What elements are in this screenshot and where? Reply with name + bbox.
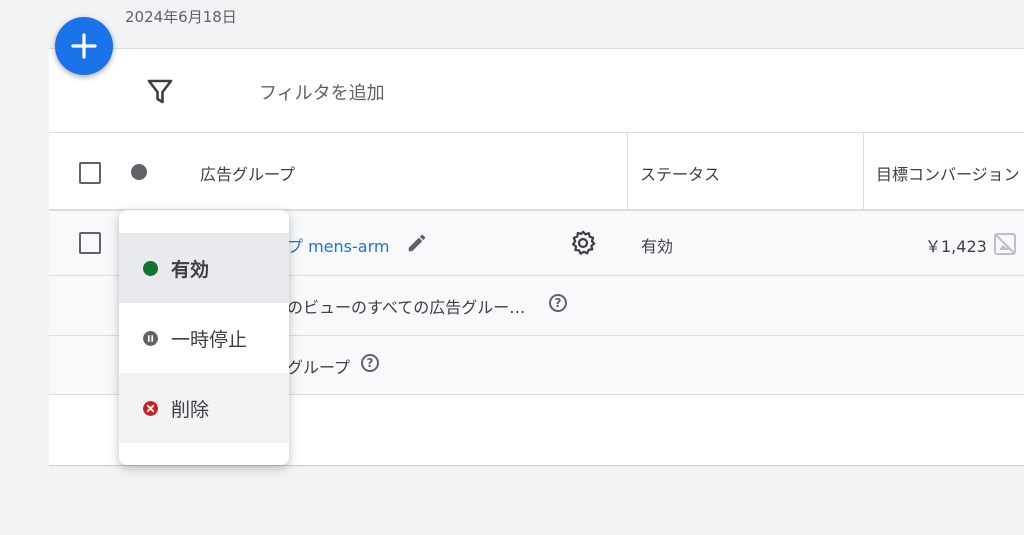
menu-item-paused[interactable]: 一時停止 (119, 303, 289, 373)
enabled-status-icon (143, 261, 158, 276)
column-status[interactable]: ステータス (640, 161, 720, 185)
table-header: 広告グループ ステータス 目標コンバージョン (49, 133, 1024, 211)
image-unavailable-icon (994, 233, 1016, 255)
status-dropdown-menu: 有効 一時停止 削除 (119, 210, 289, 465)
ad-group-name-link[interactable]: プ mens-arm (287, 233, 389, 257)
column-target-conversion[interactable]: 目標コンバージョン (876, 161, 1020, 185)
help-icon[interactable]: ? (549, 294, 567, 312)
edit-icon[interactable] (406, 232, 428, 254)
pause-icon (143, 331, 158, 346)
date-label: 2024年6月18日 (125, 8, 237, 26)
column-ad-group[interactable]: 広告グループ (200, 161, 295, 185)
menu-item-label: 一時停止 (171, 329, 248, 351)
plus-icon (71, 33, 97, 59)
target-conversion-value: ￥1,423 (925, 237, 987, 256)
status-dot-header[interactable] (131, 164, 147, 180)
filter-bar: フィルタを追加 (49, 49, 1024, 133)
create-button[interactable] (55, 17, 113, 75)
status-cell: 有効 (641, 237, 674, 256)
settings-gear-icon[interactable] (570, 230, 596, 256)
row-checkbox[interactable] (79, 232, 101, 254)
add-filter-button[interactable]: フィルタを追加 (259, 79, 385, 105)
summary-all-ad-groups-label: のビューのすべての広告グルー… (287, 298, 526, 317)
menu-item-remove[interactable]: 削除 (119, 373, 289, 443)
menu-item-label: 削除 (171, 399, 210, 421)
summary-ad-group-label: グループ (287, 358, 351, 377)
remove-icon (143, 401, 158, 416)
menu-item-enabled[interactable]: 有効 (119, 233, 289, 303)
select-all-checkbox[interactable] (79, 162, 101, 184)
help-icon[interactable]: ? (361, 354, 379, 372)
menu-item-label: 有効 (171, 259, 210, 281)
filter-icon[interactable] (147, 79, 173, 105)
